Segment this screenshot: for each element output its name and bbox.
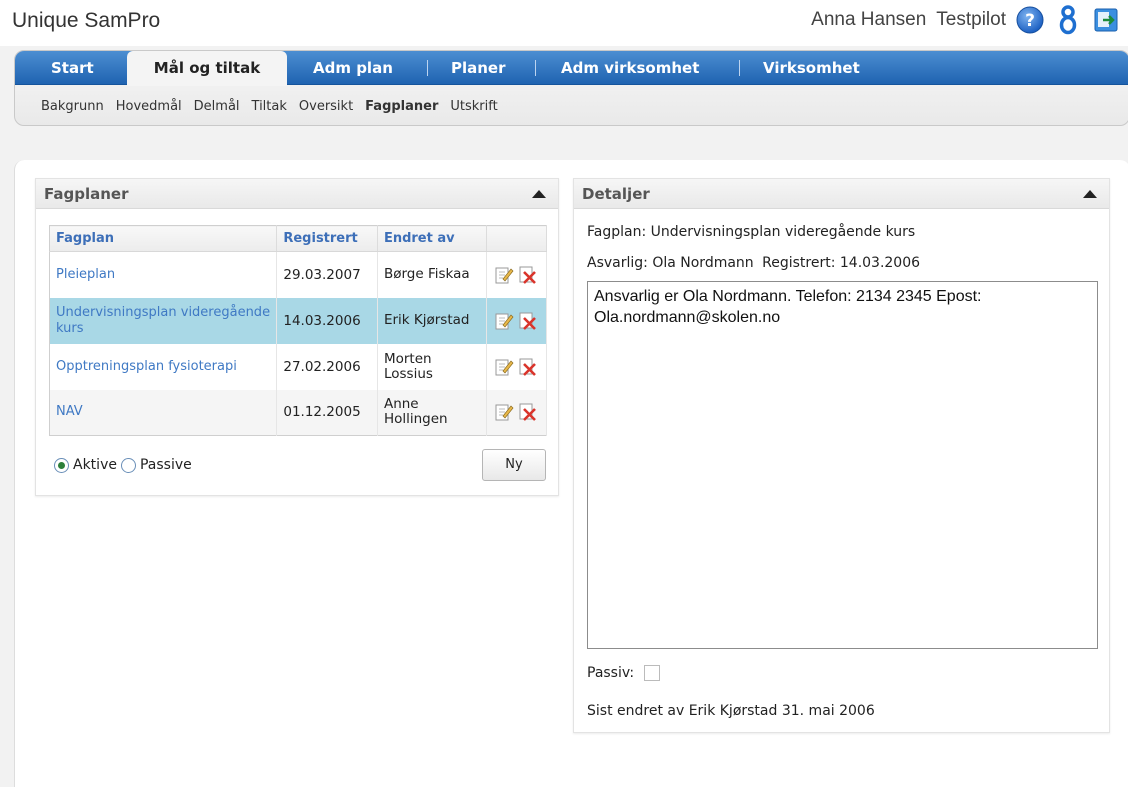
fagplaner-title: Fagplaner: [44, 185, 129, 203]
fagplan-label: Fagplan:: [587, 224, 647, 240]
detaljer-panel: Detaljer Fagplan: Undervisningsplan vide…: [573, 178, 1110, 733]
delete-icon[interactable]: [518, 265, 538, 285]
subtab-oversikt[interactable]: Oversikt: [299, 99, 353, 114]
column-header-fagplan[interactable]: Fagplan: [49, 225, 278, 252]
column-header-endret-av[interactable]: Endret av: [377, 225, 487, 252]
table-row[interactable]: Undervisningsplan videregående kurs 14.0…: [49, 297, 548, 344]
collapse-arrow-icon[interactable]: [532, 190, 546, 198]
subtab-tiltak[interactable]: Tiltak: [252, 99, 287, 114]
detaljer-header: Detaljer: [574, 179, 1109, 209]
edit-icon[interactable]: [494, 402, 514, 422]
logout-icon[interactable]: [1092, 6, 1120, 34]
app-title: Unique SamPro: [12, 9, 161, 32]
radio-passive[interactable]: [120, 457, 136, 473]
user-role: Testpilot: [936, 9, 1006, 30]
accessibility-icon[interactable]: [1054, 5, 1082, 35]
tab-planer[interactable]: Planer: [451, 51, 506, 85]
tab-separator: [739, 60, 740, 76]
notes-textarea[interactable]: Ansvarlig er Ola Nordmann. Telefon: 2134…: [587, 281, 1098, 649]
delete-icon[interactable]: [518, 357, 538, 377]
tab-separator: [427, 60, 428, 76]
tab-start[interactable]: Start: [51, 51, 94, 85]
endret-av: Morten Lossius: [377, 343, 487, 390]
fagplan-name[interactable]: Pleieplan: [49, 251, 278, 298]
edit-icon[interactable]: [494, 311, 514, 331]
registrert-date: 14.03.2006: [276, 297, 378, 344]
table-row[interactable]: Pleieplan 29.03.2007 Børge Fiskaa: [49, 251, 548, 298]
tab-adm-plan[interactable]: Adm plan: [313, 51, 393, 85]
radio-passive-label[interactable]: Passive: [140, 457, 192, 473]
svg-text:?: ?: [1025, 11, 1035, 31]
tab-bar: Start Mål og tiltak Adm plan Planer Adm …: [15, 51, 1128, 86]
delete-icon[interactable]: [518, 402, 538, 422]
table-row[interactable]: NAV 01.12.2005 Anne Hollingen: [49, 389, 548, 436]
last-changed-text: Sist endret av Erik Kjørstad 31. mai 200…: [587, 703, 875, 719]
edit-icon[interactable]: [494, 357, 514, 377]
registrert-date: 27.02.2006: [276, 343, 378, 390]
radio-aktive-label[interactable]: Aktive: [73, 457, 117, 473]
subtab-delmal[interactable]: Delmål: [194, 99, 240, 114]
delete-icon[interactable]: [518, 311, 538, 331]
passiv-checkbox[interactable]: [644, 665, 661, 681]
tab-mal-og-tiltak[interactable]: Mål og tiltak: [127, 51, 287, 86]
endret-av: Erik Kjørstad: [377, 297, 487, 344]
fagplan-name[interactable]: Undervisningsplan videregående kurs: [49, 297, 278, 344]
subtab-utskrift[interactable]: Utskrift: [450, 99, 497, 114]
registrert-date: 29.03.2007: [276, 251, 378, 298]
help-icon[interactable]: ?: [1016, 6, 1044, 34]
subtab-bakgrunn[interactable]: Bakgrunn: [41, 99, 104, 114]
user-name[interactable]: Anna Hansen: [811, 9, 926, 31]
detail-ansvarlig: Asvarlig: Ola Nordmann Registrert: 14.03…: [587, 255, 920, 271]
row-actions: [486, 251, 548, 298]
edit-icon[interactable]: [494, 265, 514, 285]
fagplan-name[interactable]: Opptreningsplan fysioterapi: [49, 343, 278, 390]
fagplaner-header: Fagplaner: [36, 179, 558, 209]
endret-av: Børge Fiskaa: [377, 251, 487, 298]
passiv-label: Passiv:: [587, 665, 635, 681]
registrert-value: 14.03.2006: [839, 255, 921, 271]
column-header-registrert[interactable]: Registrert: [276, 225, 378, 252]
fagplan-name[interactable]: NAV: [49, 389, 278, 436]
main-navigation: Start Mål og tiltak Adm plan Planer Adm …: [14, 50, 1128, 126]
page-content: Fagplaner Fagplan Registrert Endret av P…: [14, 160, 1128, 787]
tab-adm-virksomhet[interactable]: Adm virksomhet: [561, 51, 699, 85]
row-actions: [486, 343, 548, 390]
subtab-fagplaner[interactable]: Fagplaner: [365, 99, 438, 114]
table-row[interactable]: Opptreningsplan fysioterapi 27.02.2006 M…: [49, 343, 548, 390]
user-area: Anna Hansen Testpilot ?: [811, 5, 1120, 35]
registrert-date: 01.12.2005: [276, 389, 378, 436]
status-filter: Aktive Passive: [54, 457, 192, 473]
fagplaner-panel: Fagplaner Fagplan Registrert Endret av P…: [35, 178, 559, 496]
new-fagplan-button[interactable]: Ny: [482, 449, 546, 481]
collapse-arrow-icon[interactable]: [1083, 190, 1097, 198]
radio-selected-dot: [58, 461, 65, 469]
detail-fagplan: Fagplan: Undervisningsplan videregående …: [587, 224, 915, 240]
fagplaner-table: Fagplan Registrert Endret av Pleieplan 2…: [49, 225, 548, 436]
sub-navigation: Bakgrunn Hovedmål Delmål Tiltak Oversikt…: [15, 85, 1128, 125]
tab-virksomhet[interactable]: Virksomhet: [763, 51, 860, 85]
ansvarlig-value: Ola Nordmann: [652, 255, 754, 271]
endret-av: Anne Hollingen: [377, 389, 487, 436]
app-header: Unique SamPro Anna Hansen Testpilot ?: [0, 0, 1128, 46]
row-actions: [486, 297, 548, 344]
detaljer-title: Detaljer: [582, 185, 650, 203]
column-header-actions: [486, 225, 548, 252]
fagplan-value: Undervisningsplan videregående kurs: [650, 224, 916, 240]
registrert-label: Registrert:: [762, 255, 836, 271]
passiv-row: Passiv:: [587, 665, 661, 681]
row-actions: [486, 389, 548, 436]
tab-separator: [535, 60, 536, 76]
radio-aktive[interactable]: [54, 457, 69, 473]
ansvarlig-label: Asvarlig:: [587, 255, 648, 271]
subtab-hovedmal[interactable]: Hovedmål: [116, 99, 182, 114]
